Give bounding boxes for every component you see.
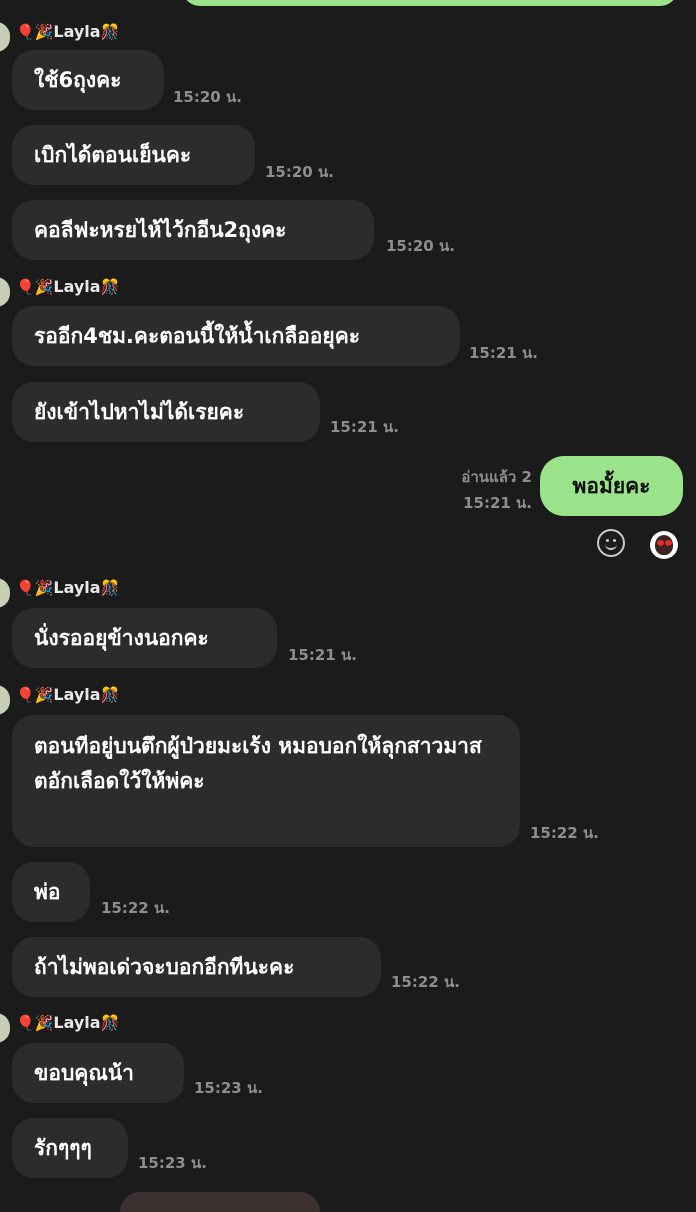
next-message-edge (120, 1192, 320, 1212)
message-time: 15:21 น. (463, 494, 532, 512)
message-time: 15:23 น. (138, 1154, 207, 1172)
confetti-emoji: 🎊 (100, 579, 120, 597)
sender-avatar[interactable] (0, 1013, 10, 1043)
party-popper-emoji: 🎉 (34, 278, 54, 296)
confetti-emoji: 🎊 (100, 23, 120, 41)
previous-outgoing-bubble-edge (182, 0, 678, 6)
sender-avatar[interactable] (0, 277, 10, 307)
message-bubble[interactable]: ตอนทีอยู่บนตึกผู้ป่วยมะเร้ง หมอบอกให้ลุก… (12, 715, 520, 847)
party-popper-emoji: 🎉 (34, 686, 54, 704)
sender-name: 🎈🎉Layla🎊 (16, 1013, 120, 1032)
balloon-emoji: 🎈 (16, 686, 35, 704)
sender-avatar[interactable] (0, 22, 10, 52)
balloon-emoji: 🎈 (16, 579, 35, 597)
message-time: 15:22 น. (530, 824, 599, 842)
message-bubble[interactable]: คอลีฟะหรยไห้ไว้กอีน2ถุงคะ (12, 200, 374, 260)
confetti-emoji: 🎊 (100, 686, 120, 704)
party-popper-emoji: 🎉 (34, 1014, 54, 1032)
message-bubble[interactable]: ขอบคุณน้า (12, 1043, 184, 1103)
sender-name: 🎈🎉Layla🎊 (16, 685, 120, 704)
message-bubble[interactable]: ใช้6ถุงคะ (12, 50, 164, 110)
party-popper-emoji: 🎉 (34, 23, 54, 41)
message-time: 15:20 น. (173, 88, 242, 106)
sender-name: 🎈🎉Layla🎊 (16, 277, 120, 296)
confetti-emoji: 🎊 (100, 278, 120, 296)
read-status: อ่านแล้ว 2 (461, 468, 532, 486)
sender-name: 🎈🎉Layla🎊 (16, 578, 120, 597)
party-popper-emoji: 🎉 (34, 579, 54, 597)
message-bubble[interactable]: รออีก4ชม.คะตอนนี้ให้น้ำเกลืออยุคะ (12, 306, 460, 366)
sender-name: 🎈🎉Layla🎊 (16, 22, 120, 41)
balloon-emoji: 🎈 (16, 278, 35, 296)
confetti-emoji: 🎊 (100, 1014, 120, 1032)
message-bubble[interactable]: รักๆๆๆ (12, 1118, 128, 1178)
outgoing-message-bubble[interactable]: พอมั้ยคะ (540, 456, 683, 516)
message-bubble[interactable]: เบิกได้ตอนเย็นคะ (12, 125, 255, 185)
message-bubble[interactable]: ถ้าไม่พอเด่วจะบอกอีกทีนะคะ (12, 937, 381, 997)
balloon-emoji: 🎈 (16, 23, 35, 41)
message-bubble[interactable]: ยังเข้าไปหาไม่ได้เรยคะ (12, 382, 320, 442)
message-bubble[interactable]: นั่งรออยุข้างนอกคะ (12, 608, 277, 668)
message-time: 15:23 น. (194, 1079, 263, 1097)
sender-avatar[interactable] (0, 578, 10, 608)
balloon-emoji: 🎈 (16, 1014, 35, 1032)
heart-eyes-reaction-icon[interactable] (650, 531, 678, 559)
message-time: 15:20 น. (386, 237, 455, 255)
message-bubble[interactable]: พ่อ (12, 862, 90, 922)
smiley-react-icon[interactable] (597, 529, 625, 557)
message-time: 15:20 น. (265, 163, 334, 181)
sender-avatar[interactable] (0, 685, 10, 715)
message-time: 15:21 น. (469, 344, 538, 362)
message-time: 15:21 น. (288, 646, 357, 664)
message-time: 15:21 น. (330, 418, 399, 436)
message-time: 15:22 น. (391, 973, 460, 991)
message-time: 15:22 น. (101, 899, 170, 917)
